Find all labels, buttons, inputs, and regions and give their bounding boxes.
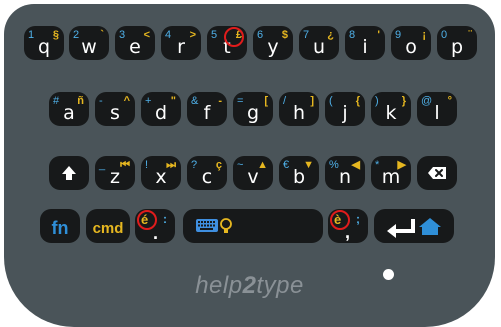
shift-key[interactable]: [49, 156, 89, 190]
key-d-letter: d: [154, 102, 168, 124]
key-g[interactable]: = [ g: [233, 92, 273, 126]
brand-prefix: help: [195, 272, 243, 299]
key-n[interactable]: % ◀ n: [325, 156, 365, 190]
cmd-key[interactable]: cmd: [86, 209, 130, 243]
key-e-letter: e: [129, 36, 141, 58]
key-q[interactable]: 1 § q: [24, 26, 64, 60]
brand-suffix: type: [256, 272, 304, 299]
keyboard-lightbulb-icon: [196, 218, 232, 233]
enter-home-icon: [387, 218, 441, 238]
key-a[interactable]: # ñ a: [49, 92, 89, 126]
key-comma-side: ;: [356, 212, 360, 226]
space-key[interactable]: [183, 209, 323, 243]
key-m[interactable]: * ▶ m: [371, 156, 411, 190]
key-i[interactable]: 8 ' i: [345, 26, 385, 60]
key-y-letter: y: [267, 36, 279, 58]
fn-label: fn: [51, 218, 69, 238]
key-z-letter: z: [110, 166, 120, 188]
key-f[interactable]: & - f: [187, 92, 227, 126]
key-w[interactable]: 2 ` w: [69, 26, 109, 60]
key-period-side: :: [163, 212, 167, 226]
arrow-up-icon: [62, 166, 76, 180]
key-b-letter: b: [292, 166, 306, 188]
keyboard: 1 § q 2 ` w 3 < e 4 > r 5 £ t 6 $ y 7 ¿ …: [4, 4, 495, 327]
key-l[interactable]: @ ° l: [417, 92, 457, 126]
key-s[interactable]: - ^ s: [95, 92, 135, 126]
brand-number: 2: [242, 272, 257, 299]
key-k-letter: k: [385, 102, 397, 124]
key-v[interactable]: ~ ▲ v: [233, 156, 273, 190]
key-comma[interactable]: è ; ,: [328, 209, 368, 243]
fn-key[interactable]: fn: [40, 209, 80, 243]
key-r[interactable]: 4 > r: [161, 26, 201, 60]
key-h-letter: h: [292, 102, 306, 124]
key-u[interactable]: 7 ¿ u: [299, 26, 339, 60]
key-u-letter: u: [312, 36, 326, 58]
highlight-circle: [224, 27, 244, 47]
key-l-letter: l: [434, 102, 440, 124]
key-j-letter: j: [342, 102, 348, 124]
enter-key[interactable]: [374, 209, 454, 243]
key-c[interactable]: ? ç c: [187, 156, 227, 190]
key-c-letter: c: [201, 166, 213, 188]
key-x[interactable]: ! ⏭ x: [141, 156, 181, 190]
backspace-icon: [428, 167, 446, 179]
key-d[interactable]: + " d: [141, 92, 181, 126]
key-comma-main: ,: [345, 222, 351, 242]
key-q-letter: q: [37, 36, 51, 58]
key-t[interactable]: 5 £ t: [207, 26, 247, 60]
delete-key[interactable]: [417, 156, 457, 190]
key-h[interactable]: / ] h: [279, 92, 319, 126]
key-a-letter: a: [63, 102, 75, 124]
key-i-letter: i: [362, 36, 368, 58]
key-b[interactable]: € ▼ b: [279, 156, 319, 190]
key-k[interactable]: ) } k: [371, 92, 411, 126]
key-w-letter: w: [81, 36, 97, 58]
key-j[interactable]: ( { j: [325, 92, 365, 126]
key-r-letter: r: [177, 36, 185, 58]
key-n-letter: n: [338, 166, 352, 188]
key-x-letter: x: [155, 166, 167, 188]
key-period-main: .: [153, 223, 159, 243]
key-v-letter: v: [247, 166, 259, 188]
brand-logo: help2type: [4, 272, 495, 300]
key-f-letter: f: [203, 102, 211, 124]
key-e[interactable]: 3 < e: [115, 26, 155, 60]
key-g-letter: g: [246, 102, 260, 124]
cmd-label: cmd: [92, 220, 124, 237]
key-p-letter: p: [450, 36, 464, 58]
key-p[interactable]: 0 ¨ p: [437, 26, 477, 60]
key-y[interactable]: 6 $ y: [253, 26, 293, 60]
key-m-letter: m: [381, 166, 401, 188]
key-o-letter: o: [405, 36, 417, 58]
indicator-dot: [383, 269, 394, 280]
key-period[interactable]: é : .: [135, 209, 175, 243]
key-z[interactable]: _ ⏮ z: [95, 156, 135, 190]
key-o[interactable]: 9 ¡ o: [391, 26, 431, 60]
key-s-letter: s: [110, 102, 120, 124]
